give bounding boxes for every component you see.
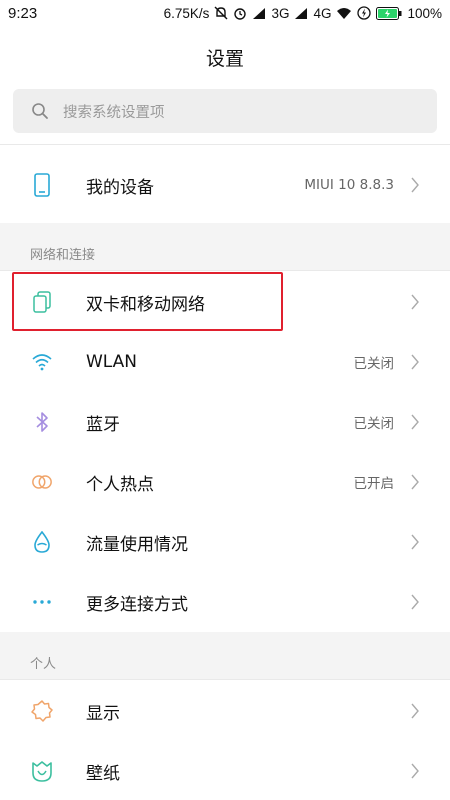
- wallpaper-icon: [31, 760, 53, 782]
- wifi-status-icon: [336, 7, 352, 20]
- hotspot-status: 已开启: [353, 476, 395, 492]
- hotspot-icon: [31, 471, 53, 493]
- bluetooth-icon: [31, 411, 53, 433]
- my-device-item[interactable]: 我的设备 MIUI 10 8.8.3: [0, 155, 450, 215]
- chevron-right-icon: [411, 354, 419, 370]
- chevron-right-icon: [411, 294, 419, 310]
- network-type-2: 4G: [313, 5, 332, 21]
- wlan-status: 已关闭: [353, 356, 395, 372]
- display-item[interactable]: 显示: [0, 681, 450, 741]
- chevron-right-icon: [411, 703, 419, 719]
- bluetooth-item[interactable]: 蓝牙 已关闭: [0, 392, 450, 452]
- charging-icon: [357, 6, 372, 20]
- battery-icon: [376, 6, 402, 20]
- more-dots-icon: [31, 591, 53, 613]
- network-type-1: 3G: [271, 5, 290, 21]
- chevron-right-icon: [411, 763, 419, 779]
- status-indicators: 6.75K/s 3G 4G 100%: [164, 6, 442, 21]
- divider: [0, 270, 450, 271]
- chevron-right-icon: [411, 534, 419, 550]
- section-network-label: 网络和连接: [30, 248, 96, 263]
- mute-icon: [214, 6, 228, 20]
- my-device-label: 我的设备: [86, 177, 154, 198]
- chevron-right-icon: [411, 414, 419, 430]
- page-title: 设置: [205, 48, 244, 70]
- search-input[interactable]: 搜索系统设置项: [13, 89, 437, 133]
- divider: [0, 679, 450, 680]
- brightness-icon: [31, 700, 53, 722]
- wlan-label: WLAN: [86, 352, 138, 372]
- section-network: 网络和连接: [0, 223, 450, 270]
- hotspot-label: 个人热点: [86, 474, 154, 495]
- more-connections-item[interactable]: 更多连接方式: [0, 572, 450, 632]
- status-time: 9:23: [8, 4, 38, 22]
- wallpaper-item[interactable]: 壁纸: [0, 741, 450, 800]
- battery-level: 100%: [407, 5, 442, 21]
- network-speed: 6.75K/s: [163, 5, 210, 21]
- search-placeholder: 搜索系统设置项: [63, 104, 165, 121]
- chevron-right-icon: [411, 474, 419, 490]
- my-device-value: MIUI 10 8.8.3: [304, 177, 394, 193]
- hotspot-item[interactable]: 个人热点 已开启: [0, 452, 450, 512]
- signal-icon-2: [294, 7, 308, 20]
- wallpaper-label: 壁纸: [86, 763, 120, 784]
- wifi-icon: [31, 351, 53, 373]
- more-connections-label: 更多连接方式: [86, 594, 188, 615]
- data-usage-label: 流量使用情况: [86, 534, 188, 555]
- chevron-right-icon: [411, 177, 419, 193]
- display-label: 显示: [86, 703, 120, 724]
- bluetooth-status: 已关闭: [353, 416, 395, 432]
- search-icon: [31, 102, 49, 120]
- section-personal-label: 个人: [30, 657, 57, 672]
- wlan-item[interactable]: WLAN 已关闭: [0, 332, 450, 392]
- data-usage-item[interactable]: 流量使用情况: [0, 512, 450, 572]
- water-drop-icon: [31, 531, 53, 553]
- phone-icon: [31, 173, 53, 197]
- alarm-icon: [233, 6, 247, 20]
- section-personal: 个人: [0, 632, 450, 679]
- chevron-right-icon: [411, 594, 419, 610]
- divider: [0, 144, 450, 145]
- bluetooth-label: 蓝牙: [86, 414, 120, 435]
- signal-icon-1: [252, 7, 266, 20]
- status-bar: 9:23 6.75K/s 3G 4G 100%: [0, 0, 450, 26]
- highlight-box: [12, 272, 283, 331]
